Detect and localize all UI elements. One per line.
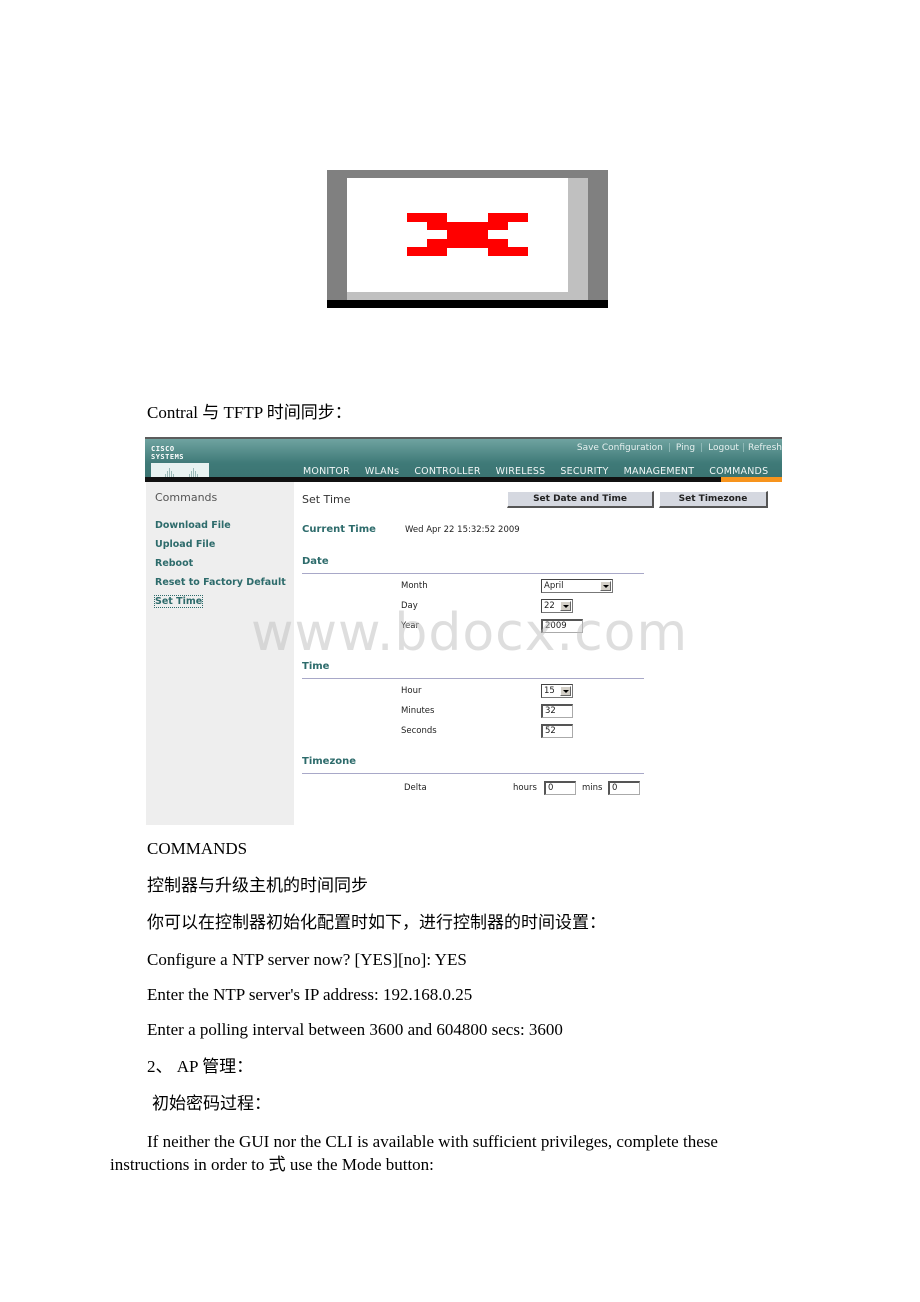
nav-management[interactable]: MANAGEMENT [624,466,695,477]
cisco-logo: CISCO SYSTEMS [151,445,211,481]
ping-link[interactable]: Ping [676,443,695,453]
hours-label: hours [513,783,537,793]
link-separator: | [700,443,704,453]
cisco-logo-text: CISCO SYSTEMS [151,445,185,461]
chevron-down-icon[interactable] [560,686,571,696]
seconds-input[interactable]: 52 [541,724,573,738]
minutes-label: Minutes [401,706,435,716]
link-separator: | [667,443,671,453]
hour-select[interactable]: 15 [541,684,573,698]
save-configuration-link[interactable]: Save Configuration [577,443,663,453]
logout-link[interactable]: Logout [708,443,739,453]
wlc-header: CISCO SYSTEMS Save Configuration | Ping | Lo… [145,437,782,481]
cli-line-ntp-ip: Enter the NTP server's IP address: 192.1… [147,985,473,1004]
heading-tftp-sync: Contral 与 TFTP 时间同步： [147,403,352,422]
sidebar-item-upload-file[interactable]: Upload File [155,539,215,550]
caption-commands: COMMANDS [147,839,248,858]
cli-line-polling-interval: Enter a polling interval between 3600 an… [147,1020,563,1039]
top-links: Save Configuration | Ping | Logout | Refresh [577,443,782,453]
month-select-value: April [544,581,564,591]
day-select[interactable]: 22 [541,599,573,613]
day-label: Day [401,601,418,611]
link-separator: | [741,443,745,453]
timezone-hours-input[interactable]: 0 [544,781,576,795]
sidebar-title: Commands [155,491,218,504]
delta-label: Delta [404,783,427,793]
current-time-label: Current Time [302,524,376,535]
date-divider [302,573,644,574]
sidebar-item-reboot[interactable]: Reboot [155,558,193,569]
sidebar-item-download-file[interactable]: Download File [155,520,231,531]
year-label: Year [401,621,419,631]
para-mode-button-line2: instructions in order to 式 use the Mode … [110,1155,434,1174]
para-mode-button-line1: If neither the GUI nor the CLI is availa… [147,1132,718,1151]
timezone-section-heading: Timezone [302,756,357,767]
set-time-content: Set Time Set Date and Time Set Timezone … [302,482,782,825]
page-title: Set Time [302,493,351,506]
cisco-wlc-screenshot: CISCO SYSTEMS Save Configuration | Ping | Lo… [145,437,782,825]
broken-image-placeholder [327,170,608,308]
nav-security[interactable]: SECURITY [560,466,608,477]
seconds-label: Seconds [401,726,437,736]
set-timezone-button[interactable]: Set Timezone [659,491,768,508]
mins-label: mins [582,783,603,793]
sidebar-item-set-time[interactable]: Set Time [153,595,204,608]
commands-sidebar: Commands Download File Upload File Reboo… [146,482,294,825]
time-section-heading: Time [302,661,330,672]
para-init-config: 你可以在控制器初始化配置时如下，进行控制器的时间设置： [147,913,606,932]
date-section-heading: Date [302,556,329,567]
month-select[interactable]: April [541,579,613,593]
nav-commands[interactable]: COMMANDS [709,466,768,477]
main-nav: MONITOR WLANs CONTROLLER WIRELESS SECURITY MA… [303,466,782,477]
minutes-input[interactable]: 32 [541,704,573,718]
month-label: Month [401,581,428,591]
cli-line-configure-ntp: Configure a NTP server now? [YES][no]: Y… [147,950,467,969]
timezone-divider [302,773,644,774]
broken-image-icon [407,213,528,256]
nav-controller[interactable]: CONTROLLER [414,466,480,477]
section-ap-management: 2、 AP 管理： [147,1057,254,1076]
set-date-and-time-button[interactable]: Set Date and Time [507,491,654,508]
sidebar-item-reset-factory-default[interactable]: Reset to Factory Default [155,577,286,588]
year-input[interactable]: 2009 [541,619,583,633]
nav-wlans[interactable]: WLANs [365,466,399,477]
nav-wireless[interactable]: WIRELESS [496,466,546,477]
sub-initial-password: 初始密码过程： [152,1094,271,1113]
current-time-value: Wed Apr 22 15:32:52 2009 [405,525,520,535]
day-select-value: 22 [544,601,555,611]
chevron-down-icon[interactable] [600,581,611,591]
para-sync-host: 控制器与升级主机的时间同步 [147,876,368,895]
timezone-mins-input[interactable]: 0 [608,781,640,795]
chevron-down-icon[interactable] [560,601,571,611]
nav-monitor[interactable]: MONITOR [303,466,350,477]
refresh-link[interactable]: Refresh [748,443,782,453]
hour-label: Hour [401,686,422,696]
hour-select-value: 15 [544,686,555,696]
time-divider [302,678,644,679]
